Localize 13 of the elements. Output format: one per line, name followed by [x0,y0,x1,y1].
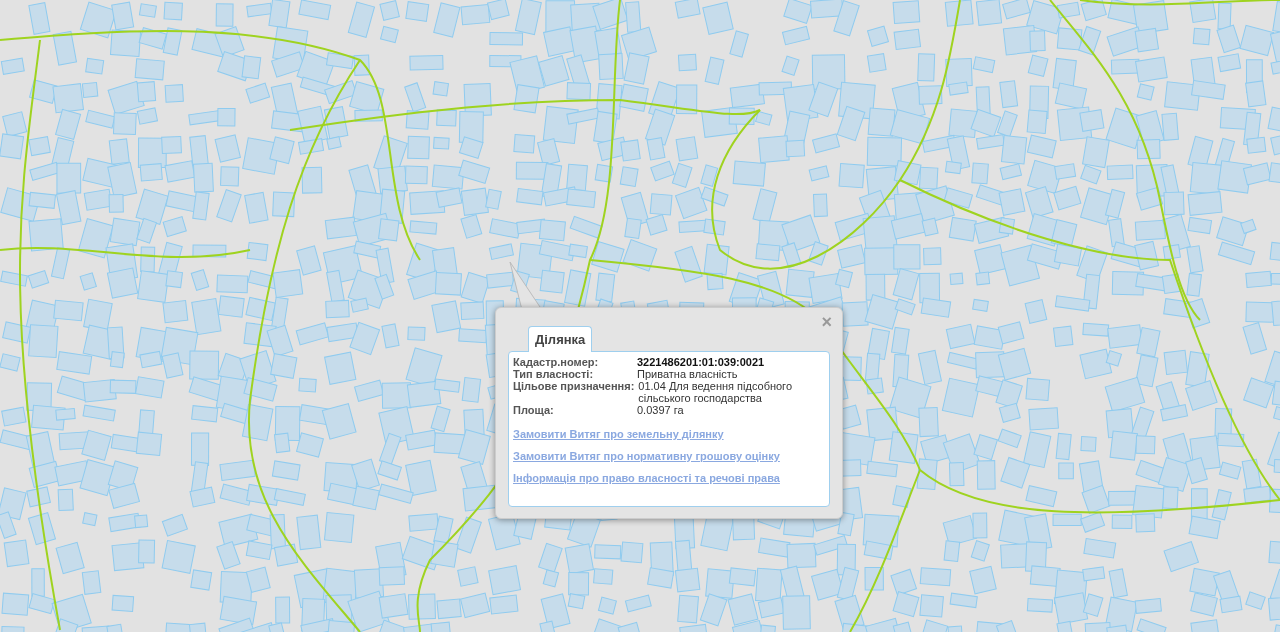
tab[interactable]: Ділянка [528,326,593,352]
field-value: Приватна власність [637,368,739,380]
close-button[interactable]: × [818,312,835,332]
field-label: Кадастр.номер: [513,356,600,368]
link[interactable]: Інформація про право власності та речові права [513,472,780,484]
link[interactable]: Замовити Витяг про земельну ділянку [513,428,724,440]
field-label: Тип власності: [513,368,595,380]
field-value: 3221486201:01:039:0021 [637,356,766,368]
link[interactable]: Замовити Витяг про нормативну грошову оцінку [513,450,780,462]
field-label: Площа: [513,404,555,416]
field-label: Цільове призначення: [513,380,636,392]
field-value: 01.04 Для ведення підсобного сільського господарства [638,380,793,404]
field-value: 0.0397 га [637,404,685,416]
